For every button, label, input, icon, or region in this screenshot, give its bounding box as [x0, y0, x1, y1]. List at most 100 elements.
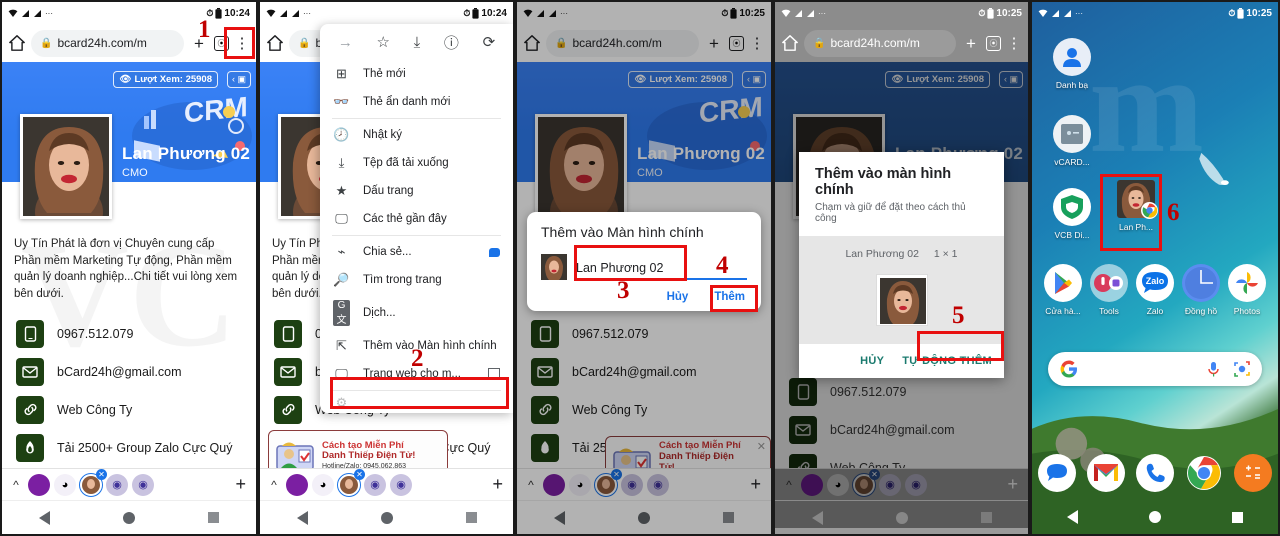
- menu-item-history[interactable]: 🕗 Nhật ký: [320, 121, 513, 149]
- tab-chip[interactable]: ◉: [390, 473, 412, 496]
- tab-switcher-button[interactable]: ⦿: [214, 35, 229, 51]
- menu-item-find-in-page[interactable]: 🔎 Tìm trong trang: [320, 266, 513, 294]
- shortcut-icon-preview: [541, 254, 567, 280]
- recents-button[interactable]: [465, 512, 477, 523]
- contact-row[interactable]: 0967.512.079: [2, 315, 256, 353]
- menu-item-settings-partial[interactable]: ⚙: [320, 393, 513, 411]
- menu-item-translate[interactable]: G文 Dịch...: [320, 294, 513, 332]
- home-button[interactable]: [122, 511, 135, 524]
- menu-item-bookmarks[interactable]: ★ Dấu trang: [320, 177, 513, 205]
- menu-item-new-incognito-tab[interactable]: 👓 Thẻ ẩn danh mới: [320, 88, 513, 116]
- tab-chip[interactable]: ◉: [132, 473, 154, 496]
- close-icon[interactable]: ✕: [354, 468, 365, 480]
- signal-icon: [795, 9, 802, 17]
- recents-button[interactable]: [1231, 511, 1243, 523]
- new-tab-button[interactable]: +: [492, 474, 507, 495]
- page-info-icon[interactable]: ⓘ: [444, 32, 459, 53]
- expand-caret-icon[interactable]: ^: [266, 478, 282, 492]
- google-photos-icon: [1228, 264, 1266, 302]
- forward-icon[interactable]: →: [338, 34, 353, 51]
- add-button[interactable]: Thêm: [714, 291, 745, 303]
- recent-tabs-icon: 🖵: [335, 211, 348, 226]
- business-card-page: VC CRM 👁 Lượt Xem: 25908 ‹ ▣: [2, 62, 256, 528]
- menu-item-recent-tabs[interactable]: 🖵 Các thẻ gần đây: [320, 205, 513, 233]
- reload-icon[interactable]: ⟳: [483, 33, 496, 51]
- bookmark-star-icon[interactable]: ☆: [376, 33, 389, 51]
- contact-row[interactable]: bCard24h@gmail.com: [2, 353, 256, 391]
- phone-icon[interactable]: [1136, 454, 1174, 492]
- home-app-zalo[interactable]: Zalo Zalo: [1132, 264, 1178, 316]
- link-icon: [274, 395, 302, 424]
- calculator-icon[interactable]: [1234, 454, 1272, 492]
- home-app-clock[interactable]: Đồng hồ: [1178, 264, 1224, 316]
- phone-icon: [274, 319, 302, 348]
- tab-chip-selected[interactable]: ✕: [79, 468, 107, 497]
- google-lens-icon[interactable]: [1234, 361, 1250, 377]
- bookmarks-star-icon: ★: [335, 183, 348, 198]
- cancel-button[interactable]: Hủy: [667, 291, 689, 303]
- tab-chip[interactable]: ◉: [106, 473, 128, 496]
- recents-button[interactable]: [208, 512, 220, 523]
- tab-chip-selected[interactable]: ✕: [337, 468, 365, 497]
- card-flip-badge[interactable]: ‹ ▣: [226, 71, 251, 88]
- tab-switcher-button[interactable]: ⦿: [986, 35, 1001, 51]
- tab-chip[interactable]: [28, 473, 50, 496]
- status-bar: ··· ⏱ 10:24: [2, 2, 256, 24]
- url-bar[interactable]: 🔒 bcard24h.com/m: [804, 29, 956, 57]
- contact-row[interactable]: Web Công Ty: [2, 391, 256, 429]
- phone-screen-4: ··· ⏱ 10:25 🔒 bcard24h.com/m + ⦿ ⋮ 👁 Lượ: [773, 0, 1030, 536]
- microphone-icon[interactable]: [1207, 361, 1220, 378]
- home-button[interactable]: [1148, 511, 1161, 523]
- chrome-icon[interactable]: [1185, 454, 1223, 492]
- messages-icon[interactable]: [1038, 454, 1076, 492]
- tab-chip[interactable]: ◉: [364, 473, 386, 496]
- contact-row[interactable]: Tải 2500+ Group Zalo Cực Quý: [2, 429, 256, 467]
- url-text: bcard24h.com/m: [57, 36, 147, 50]
- back-button[interactable]: [296, 510, 308, 525]
- new-tab-button[interactable]: +: [961, 35, 981, 52]
- phone-screen-2: ··· ⏱ 10:24 🔒 bcard24h.com/m: [258, 0, 515, 536]
- lock-icon: 🔒: [40, 37, 53, 49]
- ad-line-2: Danh Thiếp Điện Tử!: [322, 450, 416, 462]
- cancel-button[interactable]: HỦY: [860, 355, 884, 367]
- kebab-menu-icon[interactable]: ⋮: [1006, 34, 1022, 52]
- google-search-bar[interactable]: [1048, 352, 1262, 386]
- divider: [332, 390, 501, 391]
- home-app-vcard[interactable]: vCARD...: [1046, 115, 1098, 167]
- tab-chip[interactable]: ◕: [54, 473, 76, 496]
- menu-item-new-tab[interactable]: ⊞ Thẻ mới: [320, 60, 513, 88]
- auto-add-button[interactable]: TỰ ĐỘNG THÊM: [902, 355, 992, 367]
- gmail-icon[interactable]: [1087, 454, 1125, 492]
- home-shortcut-lan-phuong[interactable]: Lan Ph...: [1110, 180, 1162, 232]
- widget-name: Lan Phương 02: [845, 248, 919, 260]
- home-icon[interactable]: [266, 34, 284, 52]
- signal-icon: [1064, 9, 1071, 17]
- home-app-play-store[interactable]: Cửa hà...: [1040, 264, 1086, 316]
- back-button[interactable]: [38, 510, 50, 525]
- home-app-row: Cửa hà... Tools Zalo Zalo Đồng hồ Photos: [1040, 264, 1270, 316]
- kebab-menu-icon[interactable]: ⋮: [234, 34, 250, 52]
- views-badge-text: Lượt Xem: 25908: [134, 74, 212, 85]
- home-button[interactable]: [380, 511, 393, 524]
- download-icon[interactable]: ⤓: [414, 34, 421, 51]
- home-icon[interactable]: [781, 34, 799, 52]
- app-label: Zalo: [1146, 306, 1164, 316]
- expand-caret-icon[interactable]: ^: [8, 478, 24, 492]
- url-bar[interactable]: 🔒 bcard24h.com/m: [31, 29, 184, 57]
- new-tab-button[interactable]: +: [235, 474, 250, 495]
- home-app-tools-folder[interactable]: Tools: [1086, 264, 1132, 316]
- tab-chip[interactable]: ◕: [312, 473, 334, 496]
- home-app-contacts[interactable]: Danh bạ: [1046, 38, 1098, 90]
- chrome-shortcut-icon: [1117, 180, 1158, 219]
- menu-item-share[interactable]: ⌁ Chia sẻ...: [320, 238, 513, 266]
- link-icon: [16, 395, 44, 424]
- card-name: Lan Phương 02: [122, 144, 251, 163]
- home-app-photos[interactable]: Photos: [1224, 264, 1270, 316]
- home-icon[interactable]: [8, 34, 26, 52]
- menu-item-downloads[interactable]: ⤓ Tệp đã tải xuống: [320, 149, 513, 177]
- home-app-vcb-digibank[interactable]: VCB Di...: [1046, 188, 1098, 240]
- back-button[interactable]: [1067, 510, 1079, 524]
- desktop-site-checkbox[interactable]: [488, 368, 500, 380]
- tab-chip[interactable]: [286, 473, 308, 496]
- close-icon[interactable]: ✕: [96, 468, 107, 480]
